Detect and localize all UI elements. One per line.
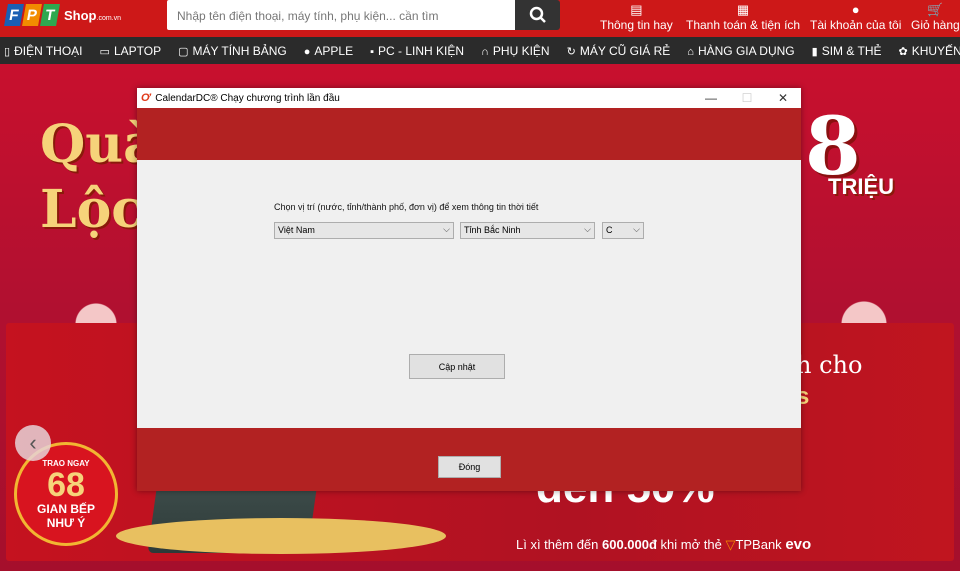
promo-bank: TPBank bbox=[735, 537, 782, 552]
nav-label: SIM & THẺ bbox=[821, 43, 882, 58]
dialog-body: Chọn vị trí (nước, tỉnh/thành phố, đơn v… bbox=[137, 160, 801, 428]
banner-promo-text: Lì xì thêm đến 600.000đ khi mở thẻ ▽TPBa… bbox=[516, 536, 812, 553]
nav-item-accessories[interactable]: ∩ PHỤ KIỆN bbox=[481, 44, 550, 58]
sim-icon: ▮ bbox=[811, 45, 818, 58]
site-header: F P T Shop.com.vn Nhập tên điện thoại, m… bbox=[0, 0, 960, 37]
nav-label: KHUYẾN MÃI bbox=[911, 43, 960, 58]
minimize-icon: — bbox=[705, 91, 717, 105]
update-button[interactable]: Cập nhật bbox=[409, 354, 505, 379]
link-label: Thanh toán & tiện ích bbox=[686, 18, 801, 32]
refresh-icon: ↻ bbox=[566, 45, 576, 58]
pc-icon: ▪ bbox=[370, 45, 374, 58]
link-label: Giỏ hàng bbox=[911, 18, 960, 32]
hero-left-text-2: Lộc bbox=[40, 179, 143, 240]
header-link-cart[interactable]: 🛒 Giỏ hàng bbox=[911, 2, 960, 32]
logo-letter: T bbox=[40, 4, 60, 26]
nav-label: MÁY CŨ GIÁ RẺ bbox=[579, 43, 671, 58]
link-label: Thông tin hay bbox=[600, 18, 673, 32]
cart-icon: 🛒 bbox=[927, 2, 944, 17]
nav-label: HÀNG GIA DỤNG bbox=[697, 43, 795, 58]
logo-shop: Shop bbox=[64, 7, 97, 23]
province-value: Tỉnh Bắc Ninh bbox=[464, 225, 521, 235]
close-button[interactable]: Đóng bbox=[438, 456, 501, 478]
country-value: Việt Nam bbox=[278, 225, 315, 235]
badge-number: 68 bbox=[47, 466, 85, 504]
logo-letter: P bbox=[22, 4, 42, 26]
promo-suffix: khi mở thẻ bbox=[656, 537, 726, 552]
nav-label: PHỤ KIỆN bbox=[492, 43, 550, 58]
calendardc-dialog: Ơ CalendarDC® Chạy chương trình lần đầu … bbox=[137, 88, 801, 491]
nav-item-used[interactable]: ↻ MÁY CŨ GIÁ RẺ bbox=[567, 44, 671, 58]
maximize-icon: ☐ bbox=[741, 91, 753, 105]
country-select[interactable]: Việt Nam ⌵ bbox=[274, 222, 454, 239]
unit-select[interactable]: C ⌵ bbox=[602, 222, 644, 239]
user-icon: ● bbox=[851, 2, 860, 17]
headphones-icon: ∩ bbox=[481, 45, 489, 58]
nav-label: MÁY TÍNH BẢNG bbox=[192, 43, 287, 58]
nav-item-promotions[interactable]: ✿KHUYẾN MÃI bbox=[899, 44, 960, 58]
banner-text-1: h cho bbox=[796, 351, 863, 379]
minimize-button[interactable]: — bbox=[693, 88, 729, 108]
document-icon: ▤ bbox=[630, 2, 643, 17]
maximize-button: ☐ bbox=[729, 88, 765, 108]
unit-value: C bbox=[606, 225, 613, 235]
badge-line2: NHƯ Ý bbox=[46, 516, 86, 530]
badge-line1: GIAN BẾP bbox=[36, 502, 95, 516]
chevron-left-icon: ‹ bbox=[29, 430, 37, 455]
link-label: Tài khoản của tôi bbox=[810, 18, 902, 32]
province-select[interactable]: Tỉnh Bắc Ninh ⌵ bbox=[460, 222, 595, 239]
chevron-down-icon: ⌵ bbox=[443, 224, 450, 234]
dialog-footer: Đóng bbox=[137, 428, 801, 491]
promo-prefix: Lì xì thêm đến bbox=[516, 537, 602, 552]
tablet-icon: ▢ bbox=[178, 45, 189, 58]
close-window-button[interactable]: ✕ bbox=[765, 88, 801, 108]
chevron-down-icon: ⌵ bbox=[584, 224, 591, 234]
nav-item-pc[interactable]: ▪ PC - LINH KIỆN bbox=[370, 44, 464, 58]
nav-item-home-appliances[interactable]: ⌂ HÀNG GIA DỤNG bbox=[687, 44, 794, 58]
carousel-prev-button[interactable]: ‹ bbox=[15, 425, 51, 461]
app-icon: Ơ bbox=[141, 92, 151, 104]
promo-card: evo bbox=[785, 536, 812, 553]
gift-icon: ✿ bbox=[898, 45, 908, 58]
header-link-payment[interactable]: ▦ Thanh toán & tiện ích bbox=[686, 2, 800, 32]
header-link-account[interactable]: ● Tài khoản của tôi bbox=[810, 2, 901, 32]
home-icon: ⌂ bbox=[687, 45, 694, 58]
nav-item-phone[interactable]: ▯ ĐIỆN THOẠI bbox=[4, 44, 83, 58]
product-podium bbox=[116, 518, 446, 554]
hero-right-unit: TRIỆU bbox=[828, 174, 894, 199]
search-input[interactable]: Nhập tên điện thoại, máy tính, phụ kiện.… bbox=[167, 0, 515, 30]
phone-icon: ▯ bbox=[4, 45, 11, 58]
nav-item-apple[interactable]: ● APPLE bbox=[304, 44, 353, 58]
fptshop-logo[interactable]: F P T Shop.com.vn bbox=[4, 4, 122, 26]
nav-label: APPLE bbox=[314, 43, 354, 58]
dialog-title: CalendarDC® Chạy chương trình lần đầu bbox=[155, 92, 340, 104]
laptop-icon: ▭ bbox=[99, 45, 110, 58]
chevron-down-icon: ⌵ bbox=[633, 224, 640, 234]
dialog-header-band bbox=[137, 108, 801, 160]
location-prompt: Chọn vị trí (nước, tỉnh/thành phố, đơn v… bbox=[274, 202, 539, 212]
nav-item-sim[interactable]: ▮ SIM & THẺ bbox=[812, 44, 882, 58]
close-icon: ✕ bbox=[777, 91, 789, 105]
dialog-title-bar[interactable]: Ơ CalendarDC® Chạy chương trình lần đầu … bbox=[137, 88, 801, 108]
nav-label: PC - LINH KIỆN bbox=[378, 43, 465, 58]
nav-item-laptop[interactable]: ▭ LAPTOP bbox=[100, 44, 162, 58]
header-link-news[interactable]: ▤ Thông tin hay bbox=[600, 2, 673, 32]
search-icon bbox=[529, 6, 546, 23]
logo-domain: .com.vn bbox=[96, 14, 122, 22]
bill-icon: ▦ bbox=[736, 2, 750, 17]
category-nav: ▯ ĐIỆN THOẠI ▭ LAPTOP ▢ MÁY TÍNH BẢNG ● APPL… bbox=[0, 37, 960, 64]
nav-label: LAPTOP bbox=[113, 43, 162, 58]
nav-label: ĐIỆN THOẠI bbox=[14, 43, 83, 58]
search-button[interactable] bbox=[515, 0, 560, 30]
logo-letter: F bbox=[4, 4, 24, 26]
nav-item-tablet[interactable]: ▢ MÁY TÍNH BẢNG bbox=[178, 44, 287, 58]
apple-icon: ● bbox=[303, 45, 311, 58]
promo-amount: 600.000đ bbox=[602, 537, 657, 552]
